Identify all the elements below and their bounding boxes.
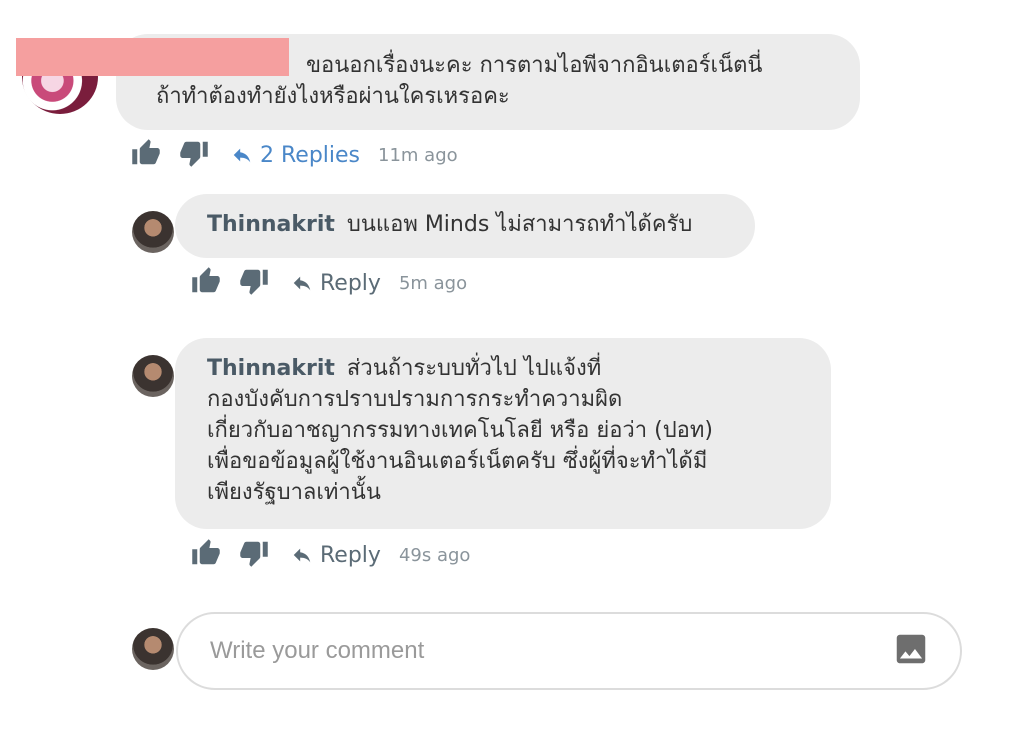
comment-actions: 2 Replies 11m ago [130, 138, 458, 172]
reply-text: เกี่ยวกับอาชญากรรมทางเทคโนโลยี หรือ ย่อว… [207, 418, 713, 443]
reply-text: เพื่อขอข้อมูลผู้ใช้งานอินเตอร์เน็ตครับ ซ… [207, 449, 708, 474]
thumbs-up-icon[interactable] [190, 266, 222, 300]
thumbs-up-icon[interactable] [130, 138, 162, 172]
reply-text: บนแอพ Minds ไม่สามารถทำได้ครับ [346, 212, 693, 237]
thumbs-down-icon[interactable] [238, 538, 270, 572]
replies-link[interactable]: 2 Replies [230, 143, 360, 168]
replies-count: 2 Replies [260, 142, 361, 168]
comment-composer [176, 612, 962, 690]
reply-actions: Reply 5m ago [190, 266, 467, 300]
author-name[interactable]: Thinnakrit [207, 212, 335, 237]
reply-arrow-icon [293, 276, 311, 291]
reply-text: ส่วนถ้าระบบทั่วไป ไปแจ้งที่ [346, 356, 602, 381]
thumbs-down-icon[interactable] [238, 266, 270, 300]
redaction-overlay [16, 38, 289, 76]
timestamp: 5m ago [398, 272, 468, 294]
reply-arrow-icon [233, 148, 251, 163]
comment-text: ขอนอกเรื่องนะคะ การตามไอพีจากอินเตอร์เน็… [306, 53, 763, 78]
reply-label: Reply [320, 270, 381, 296]
reply-actions: Reply 49s ago [190, 538, 470, 572]
avatar[interactable] [132, 355, 174, 397]
reply-bubble: Thinnakrit บนแอพ Minds ไม่สามารถทำได้ครับ [175, 194, 755, 258]
thumbs-down-icon[interactable] [178, 138, 210, 172]
reply-text: เพียงรัฐบาลเท่านั้น [207, 480, 381, 505]
image-icon[interactable] [892, 630, 930, 672]
comment-input[interactable] [208, 636, 892, 666]
timestamp: 49s ago [398, 544, 471, 566]
reply-label: Reply [320, 542, 381, 568]
avatar [132, 628, 174, 670]
reply-bubble: Thinnakrit ส่วนถ้าระบบทั่วไป ไปแจ้งที่ กอ… [175, 338, 831, 529]
avatar[interactable] [132, 211, 174, 253]
timestamp: 11m ago [378, 144, 458, 166]
reply-button[interactable]: Reply [290, 271, 381, 296]
reply-text: กองบังคับการปราบปรามการกระทำความผิด [207, 387, 623, 412]
reply-arrow-icon [293, 548, 311, 563]
thumbs-up-icon[interactable] [190, 538, 222, 572]
author-name[interactable]: Thinnakrit [207, 356, 335, 381]
reply-button[interactable]: Reply [290, 543, 381, 568]
comment-text: ถ้าทำต้องทำยังไงหรือผ่านใครเหรอคะ [156, 84, 510, 109]
